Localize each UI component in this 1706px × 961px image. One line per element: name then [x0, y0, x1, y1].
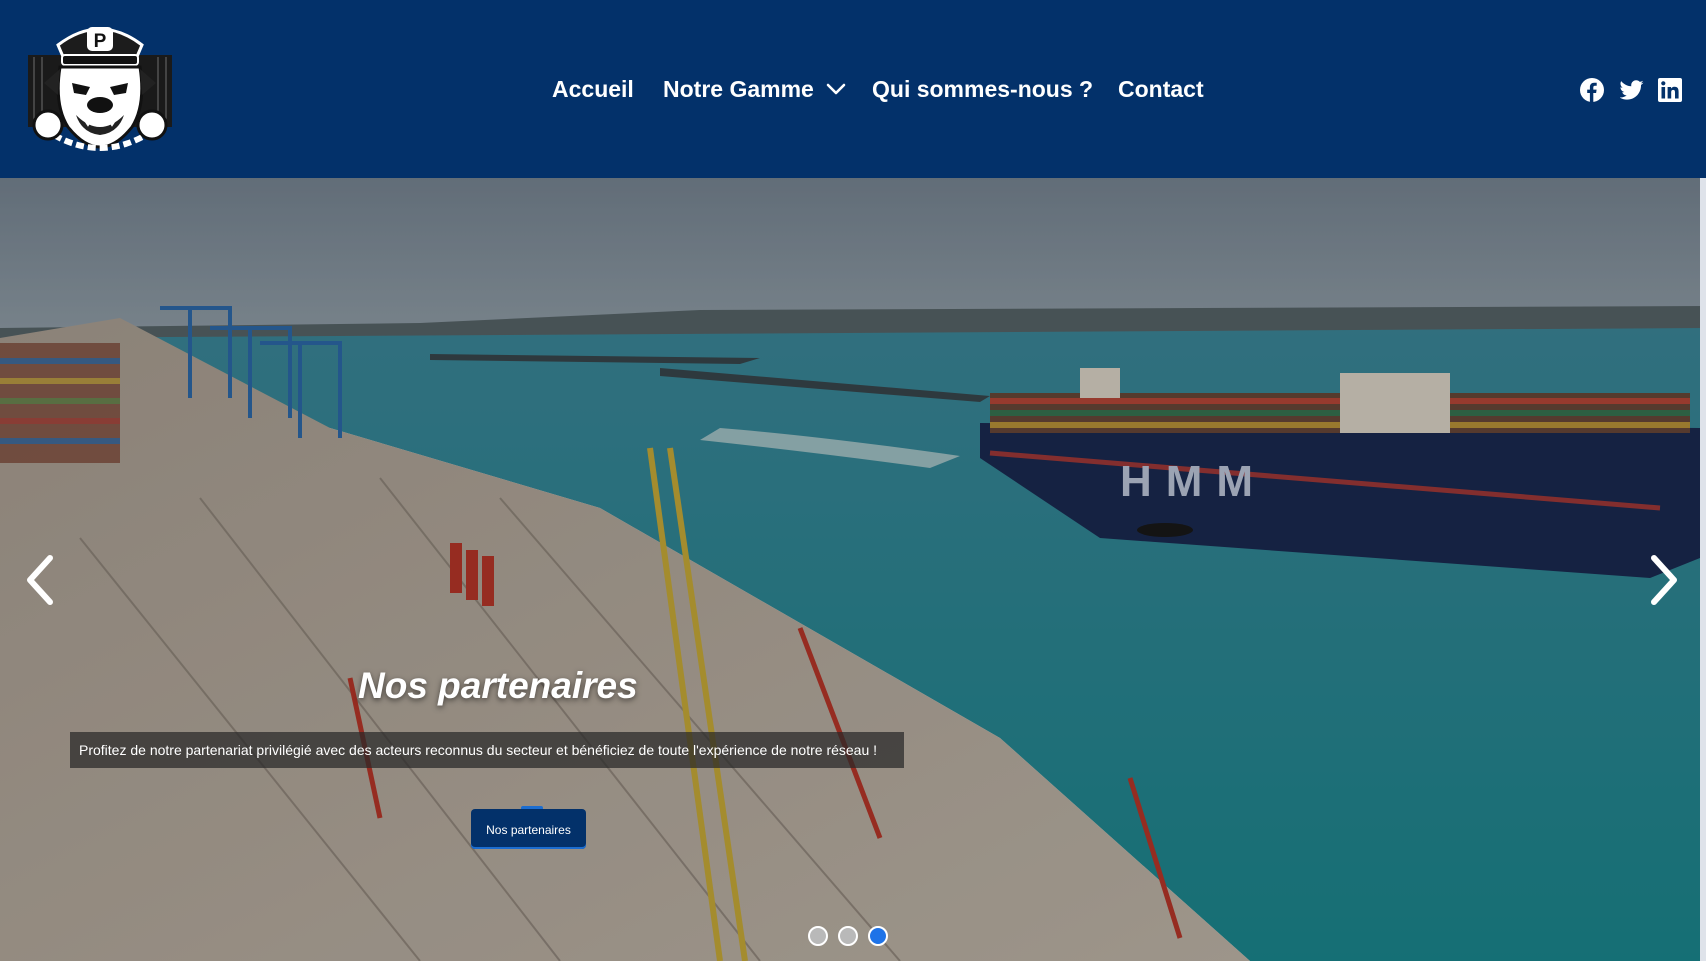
carousel-dot-3-active[interactable] [868, 926, 888, 946]
slide-title: Nos partenaires [358, 665, 638, 706]
nav-accueil-link[interactable]: Accueil [552, 74, 634, 104]
site-header: P Accueil Notre Gamme Qui sommes-nous ? … [0, 0, 1706, 178]
carousel-next-icon[interactable] [1644, 550, 1684, 610]
carousel-indicators [808, 926, 908, 950]
nav-notre-gamme-link[interactable]: Notre Gamme [663, 74, 846, 104]
main-nav: Accueil Notre Gamme Qui sommes-nous ? Co… [0, 0, 1706, 178]
slide-description: Profitez de notre partenariat privilégié… [70, 732, 904, 768]
page: P Accueil Notre Gamme Qui sommes-nous ? … [0, 0, 1706, 961]
carousel-dot-2[interactable] [838, 926, 858, 946]
carousel-dot-1[interactable] [808, 926, 828, 946]
nav-contact-link[interactable]: Contact [1118, 74, 1204, 104]
hero-carousel: HMM Nos partenaires Profitez de notre pa… [0, 178, 1706, 961]
linkedin-icon[interactable] [1658, 78, 1682, 102]
nav-notre-gamme-label: Notre Gamme [663, 76, 814, 102]
chevron-down-icon [826, 84, 846, 95]
hero-scroll-edge [1700, 178, 1706, 961]
nos-partenaires-button[interactable]: Nos partenaires [471, 806, 586, 849]
hero-dark-overlay [0, 178, 1706, 961]
nav-qui-sommes-nous-link[interactable]: Qui sommes-nous ? [872, 74, 1093, 104]
twitter-icon[interactable] [1620, 78, 1644, 102]
carousel-prev-icon[interactable] [20, 550, 60, 610]
facebook-icon[interactable] [1580, 78, 1604, 102]
